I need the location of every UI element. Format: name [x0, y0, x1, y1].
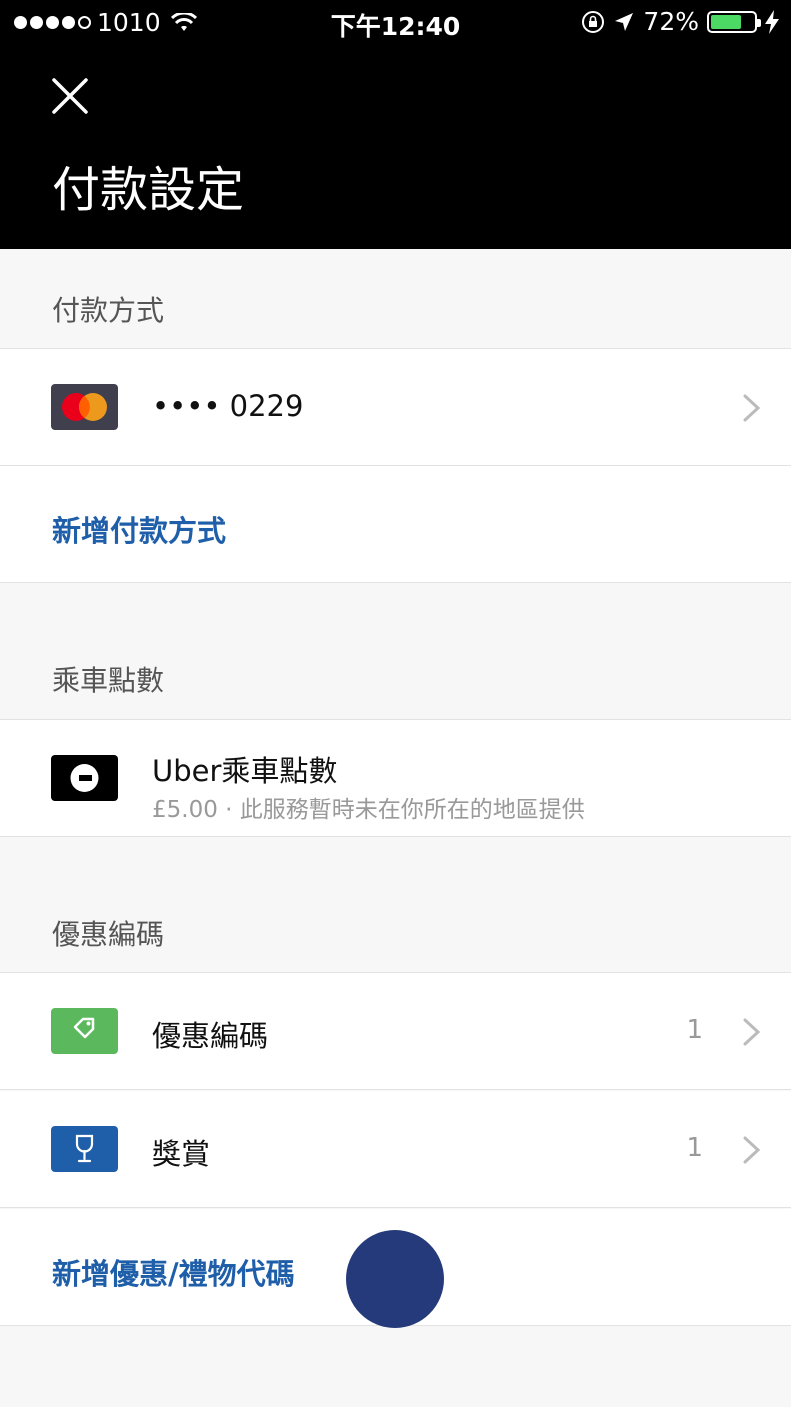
section-title-credits: 乘車點數	[52, 664, 165, 697]
touch-indicator	[346, 1230, 444, 1328]
uber-credits-row: Uber乘車點數 £5.00 · 此服務暫時未在你所在的地區提供	[0, 720, 791, 837]
close-icon[interactable]	[50, 76, 90, 116]
section-header-promotions: 優惠編碼	[0, 837, 791, 973]
rewards-count: 1	[686, 1133, 703, 1163]
orientation-lock-icon	[582, 10, 605, 33]
add-promo-link[interactable]: 新增優惠/禮物代碼	[52, 1251, 295, 1293]
uber-credits-label: Uber乘車點數	[152, 754, 338, 788]
chevron-right-icon	[743, 1018, 761, 1046]
charging-bolt-icon	[765, 9, 779, 34]
rewards-label: 獎賞	[152, 1137, 211, 1171]
status-bar: 1010 下午12:40 72%	[0, 0, 791, 44]
section-title-promotions: 優惠編碼	[52, 918, 165, 951]
section-header-payment: 付款方式	[0, 249, 791, 349]
card-row[interactable]: •••• 0229	[0, 349, 791, 466]
section-title-payment: 付款方式	[52, 294, 165, 327]
tag-icon	[51, 1008, 118, 1054]
mastercard-icon	[51, 384, 118, 430]
promo-count: 1	[686, 1015, 703, 1045]
section-header-credits: 乘車點數	[0, 583, 791, 720]
battery-percent: 72%	[643, 7, 699, 36]
card-number: •••• 0229	[152, 389, 304, 423]
location-arrow-icon	[615, 12, 634, 31]
battery-icon	[707, 10, 761, 33]
status-right: 72%	[581, 7, 779, 36]
chevron-right-icon	[743, 394, 761, 422]
chevron-right-icon	[743, 1136, 761, 1164]
add-payment-row[interactable]: 新增付款方式	[0, 466, 791, 583]
promo-code-row[interactable]: 優惠編碼 1	[0, 973, 791, 1090]
uber-logo-icon	[51, 755, 118, 801]
add-payment-link[interactable]: 新增付款方式	[52, 508, 226, 550]
rewards-row[interactable]: 獎賞 1	[0, 1091, 791, 1208]
page-title: 付款設定	[52, 162, 245, 218]
trophy-icon	[51, 1126, 118, 1172]
header: 1010 下午12:40 72% 付款設定	[0, 0, 791, 249]
promo-code-label: 優惠編碼	[152, 1019, 269, 1053]
uber-credits-sublabel: £5.00 · 此服務暫時未在你所在的地區提供	[152, 797, 585, 823]
